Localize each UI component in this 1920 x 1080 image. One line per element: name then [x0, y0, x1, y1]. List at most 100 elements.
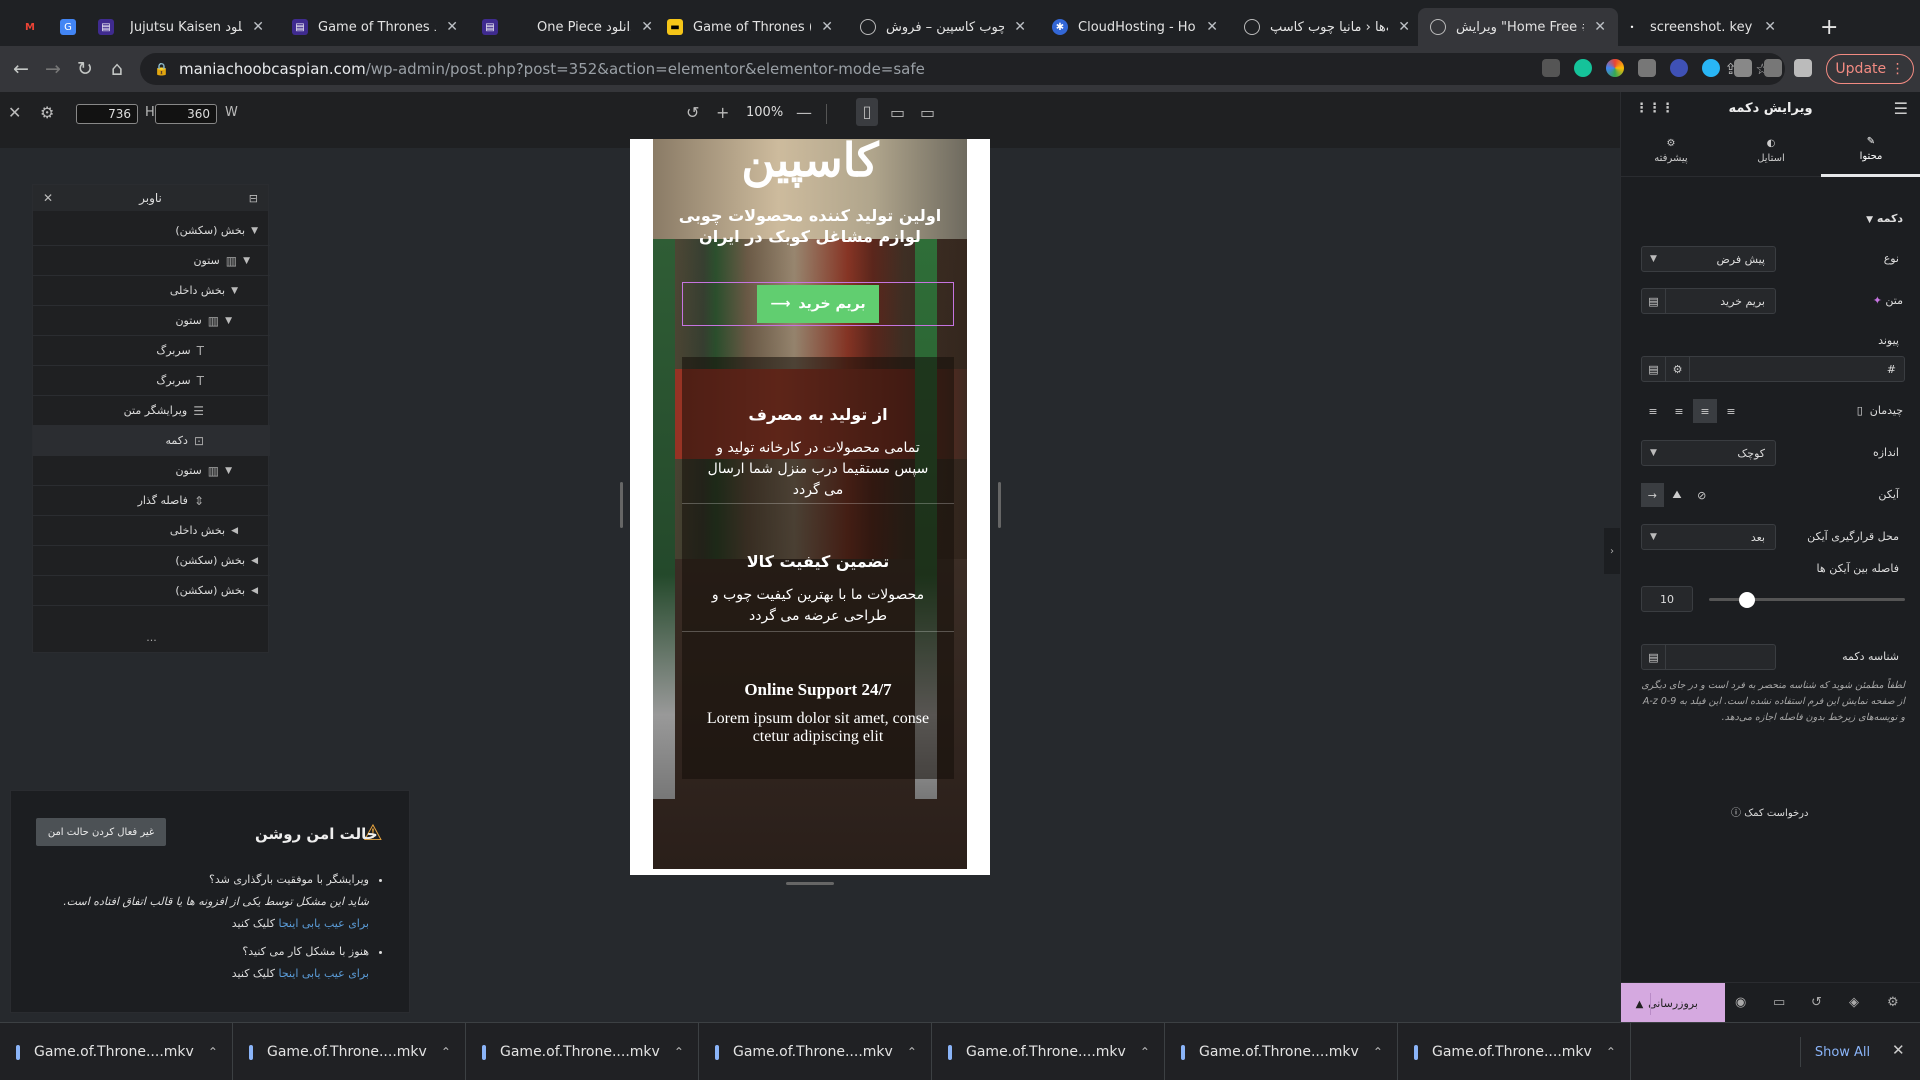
- download-item[interactable]: Game.of.Throne....mkv ⌃: [1165, 1023, 1398, 1080]
- settings-gear-icon[interactable]: ⚙: [40, 103, 54, 122]
- download-item[interactable]: Game.of.Throne....mkv ⌃: [1398, 1023, 1631, 1080]
- zoom-in-icon[interactable]: +: [716, 103, 729, 122]
- forward-button[interactable]: →: [40, 56, 66, 82]
- tab-style[interactable]: ◐ استایل: [1721, 124, 1821, 177]
- close-tab-icon[interactable]: ✕: [821, 19, 833, 35]
- hamburger-menu-icon[interactable]: ☰: [1894, 99, 1908, 118]
- close-icon[interactable]: ✕: [43, 191, 53, 205]
- navigator-header[interactable]: ✕ ناوبر ⊟: [33, 185, 268, 211]
- tab-got-download[interactable]: ▤ Game of Thrones دانلود ✕: [280, 8, 470, 46]
- new-tab-button[interactable]: +: [1808, 8, 1846, 46]
- responsive-mode-icon[interactable]: ▭: [1773, 995, 1785, 1010]
- height-input[interactable]: 736: [76, 104, 138, 124]
- download-item[interactable]: Game.of.Throne....mkv ⌃: [0, 1023, 233, 1080]
- need-help-link[interactable]: درخواست کمک ⓘ: [1731, 804, 1808, 819]
- navigator-item-selected[interactable]: دکمه ⊡: [33, 426, 270, 456]
- history-icon[interactable]: ↺: [1811, 995, 1822, 1010]
- dynamic-tags-icon[interactable]: ▤: [1642, 645, 1666, 669]
- buy-button[interactable]: ⟶ بریم خرید: [757, 285, 879, 323]
- troubleshoot-link[interactable]: برای عیب یابی اینجا: [278, 917, 369, 930]
- panel-collapse-button[interactable]: ›: [1604, 528, 1620, 574]
- caret-down-icon[interactable]: ▼: [225, 316, 232, 326]
- navigator-item[interactable]: بخش (سکشن) ▼: [33, 216, 270, 246]
- show-all-downloads-button[interactable]: Show All: [1800, 1037, 1884, 1067]
- extension-k-icon[interactable]: [1638, 59, 1656, 77]
- icon-spacing-input[interactable]: 10: [1641, 586, 1693, 612]
- desktop-device-icon[interactable]: ▭: [920, 103, 935, 122]
- tablet-device-icon[interactable]: ▭: [890, 103, 905, 122]
- caret-down-icon[interactable]: ▼: [243, 256, 250, 266]
- align-left-icon[interactable]: ≡: [1719, 399, 1743, 423]
- resize-handle-bottom[interactable]: [786, 882, 834, 885]
- size-select[interactable]: ▼ کوچک: [1641, 440, 1776, 466]
- navigator-item[interactable]: بخش (سکشن) ◀: [33, 546, 270, 576]
- button-widget-selected[interactable]: ⟶ بریم خرید: [682, 282, 954, 326]
- extensions-puzzle-icon[interactable]: [1764, 59, 1782, 77]
- download-item[interactable]: Game.of.Throne....mkv ⌃: [466, 1023, 699, 1080]
- close-tab-icon[interactable]: ✕: [641, 19, 653, 35]
- disable-safe-mode-button[interactable]: غیر فعال کردن حالت امن: [36, 818, 166, 846]
- chevron-up-icon[interactable]: ⌃: [1140, 1045, 1150, 1059]
- caret-down-icon[interactable]: ▼: [231, 286, 238, 296]
- close-tab-icon[interactable]: ✕: [446, 19, 458, 35]
- width-input[interactable]: 360: [155, 104, 217, 124]
- tab-screenshot[interactable]: • screenshot. key on ma ✕: [1612, 8, 1788, 46]
- link-options-gear-icon[interactable]: ⚙: [1666, 357, 1690, 381]
- close-tab-icon[interactable]: ✕: [1764, 19, 1776, 35]
- feature-card[interactable]: Online Support 24/7 Lorem ipsum dolor si…: [682, 631, 954, 779]
- extension-color-icon[interactable]: [1606, 59, 1624, 77]
- settings-gear-icon[interactable]: ⚙: [1887, 995, 1899, 1010]
- tab-translate[interactable]: G: [48, 8, 88, 46]
- navigator-item[interactable]: سربرگ T: [33, 336, 270, 366]
- navigator-resize-handle[interactable]: ...: [33, 631, 270, 653]
- align-center-icon[interactable]: ≡: [1693, 399, 1717, 423]
- link-input[interactable]: ▤ ⚙ #: [1641, 356, 1905, 382]
- tab-cloudhosting[interactable]: ✱ CloudHosting - Host D ✕: [1040, 8, 1230, 46]
- hero-section[interactable]: کاسپین اولین تولید کننده محصولات چوبی لو…: [653, 139, 967, 869]
- upload-svg-icon[interactable]: ⛰: [1666, 483, 1689, 507]
- text-input[interactable]: ▤ بریم خرید: [1641, 288, 1776, 314]
- extension-vpn-icon[interactable]: [1670, 59, 1688, 77]
- chevron-up-icon[interactable]: ⌃: [441, 1045, 451, 1059]
- zoom-out-icon[interactable]: —: [796, 103, 812, 122]
- slider-handle[interactable]: [1739, 592, 1755, 608]
- extension-toggle-icon[interactable]: [1734, 59, 1752, 77]
- navigator-item[interactable]: فاصله گذار ⇕: [33, 486, 270, 516]
- resize-handle-left[interactable]: [620, 482, 623, 528]
- back-button[interactable]: ←: [8, 56, 34, 82]
- hero-tagline[interactable]: اولین تولید کننده محصولات چوبی لوازم مشا…: [673, 205, 947, 247]
- dynamic-tags-icon[interactable]: ▤: [1642, 357, 1666, 381]
- tab-jujutsu[interactable]: Jujutsu Kaisen دانلود ✕: [92, 8, 276, 46]
- reload-button[interactable]: ↻: [72, 56, 98, 82]
- navigator-item[interactable]: سربرگ T: [33, 366, 270, 396]
- chevron-up-icon[interactable]: ▲: [1629, 993, 1651, 1015]
- feature-card[interactable]: از تولید به مصرف تمامی محصولات در کارخان…: [682, 357, 954, 503]
- mobile-device-icon[interactable]: ▯: [856, 98, 878, 126]
- ai-sparkle-icon[interactable]: ✦: [1873, 294, 1882, 307]
- icon-position-select[interactable]: ▼ بعد: [1641, 524, 1776, 550]
- close-tab-icon[interactable]: ✕: [1014, 19, 1026, 35]
- chrome-update-button[interactable]: Update ⋮: [1826, 54, 1914, 84]
- tab-advanced[interactable]: ⚙ پیشرفته: [1621, 124, 1721, 177]
- navigator-item[interactable]: ستون ▥ ▼: [33, 246, 270, 276]
- navigator-item[interactable]: ستون ▥ ▼: [33, 456, 270, 486]
- download-item[interactable]: Game.of.Throne....mkv ⌃: [233, 1023, 466, 1080]
- tab-onepiece[interactable]: One Piece دانلود ✕: [525, 8, 665, 46]
- arrow-right-icon[interactable]: →: [1641, 483, 1664, 507]
- chevron-up-icon[interactable]: ⌃: [674, 1045, 684, 1059]
- navigator-item[interactable]: ستون ▥ ▼: [33, 306, 270, 336]
- section-toggle[interactable]: دکمه ▼: [1621, 204, 1920, 234]
- widgets-grid-icon[interactable]: ⋮⋮⋮: [1635, 101, 1674, 116]
- caret-left-icon[interactable]: ◀: [251, 556, 258, 566]
- tab-gmail[interactable]: M: [10, 8, 50, 46]
- update-button[interactable]: ▲ بروزرسانی: [1621, 983, 1725, 1023]
- close-tab-icon[interactable]: ✕: [252, 19, 264, 35]
- chevron-up-icon[interactable]: ⌃: [208, 1045, 218, 1059]
- collapse-all-icon[interactable]: ⊟: [249, 192, 258, 205]
- close-tab-icon[interactable]: ✕: [1594, 19, 1606, 35]
- type-select[interactable]: ▼ پیش فرض: [1641, 246, 1776, 272]
- hero-heading[interactable]: کاسپین: [653, 139, 967, 187]
- chevron-up-icon[interactable]: ⌃: [1606, 1045, 1616, 1059]
- tab-plugins[interactable]: افزونه‌ها ‹ مانیا چوب کاسپ ✕: [1232, 8, 1422, 46]
- button-id-input[interactable]: ▤: [1641, 644, 1776, 670]
